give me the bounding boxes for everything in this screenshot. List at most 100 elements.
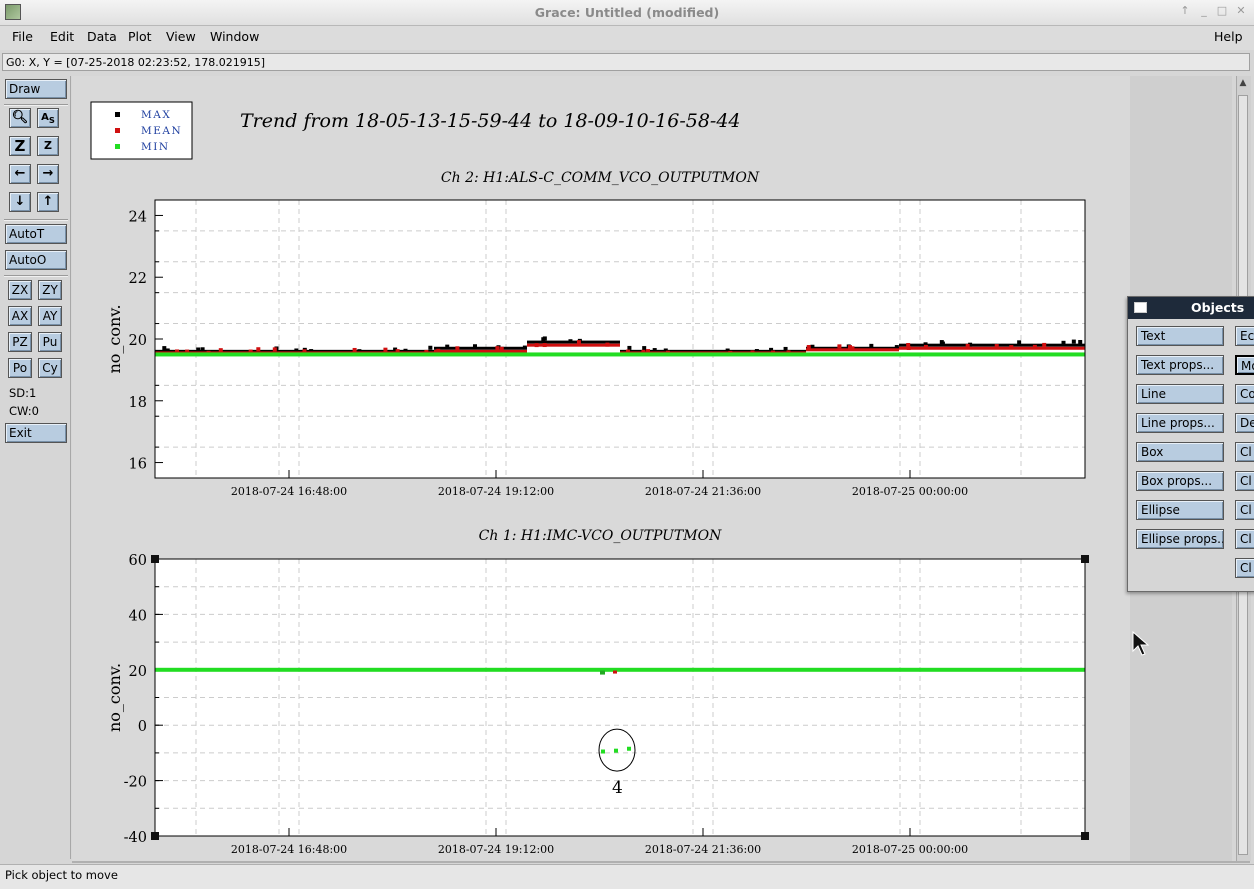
data-point	[601, 749, 605, 754]
scroll-right-button[interactable]: →	[37, 164, 59, 184]
zoom-out-button[interactable]: Z	[37, 136, 59, 156]
horizontal-scrollbar[interactable]	[72, 861, 1250, 863]
plot-title: Trend from 18-05-13-15-59-44 to 18-09-10…	[240, 110, 741, 132]
scroll-up-icon[interactable]: ▲	[1238, 78, 1248, 92]
data-point	[992, 346, 1085, 350]
selection-handle[interactable]	[151, 832, 159, 840]
data-point	[541, 337, 546, 342]
plot-background[interactable]	[155, 200, 1085, 478]
selection-handle[interactable]	[1081, 555, 1089, 563]
autoo-button[interactable]: AutoO	[5, 250, 67, 270]
objects-right-button-1[interactable]: Mo	[1235, 355, 1254, 375]
data-point	[899, 343, 992, 347]
current-world-label: CW:0	[9, 404, 39, 418]
objects-line-button[interactable]: Line	[1136, 384, 1224, 404]
menu-window[interactable]: Window	[210, 29, 259, 44]
y-tick-label: -40	[124, 830, 147, 846]
objects-right-button-0[interactable]: Ec	[1235, 326, 1254, 346]
menu-file[interactable]: File	[12, 29, 33, 44]
y-tick-label: 16	[129, 457, 147, 473]
objects-right-button-5[interactable]: Cl	[1235, 471, 1254, 491]
left-arrow-icon: ←	[14, 166, 26, 181]
x-tick-label: 2018-07-24 21:36:00	[645, 485, 761, 498]
data-point	[196, 347, 201, 352]
objects-right-button-6[interactable]: Cl	[1235, 500, 1254, 520]
chart-ch2[interactable]: Ch 2: H1:ALS-C_COMM_VCO_OUTPUTMON 16 18 20 2…	[105, 170, 1086, 498]
graph-area[interactable]: MAX MEAN MIN Trend from 18-05-13-15-59-44 …	[72, 76, 1130, 861]
objects-ellipse-button[interactable]: Ellipse	[1136, 500, 1224, 520]
toolbar-divider	[4, 104, 68, 106]
scroll-left-button[interactable]: ←	[9, 164, 31, 184]
objects-right-button-4[interactable]: Cl	[1235, 442, 1254, 462]
cy-button[interactable]: Cy	[38, 358, 62, 378]
maximize-up-icon[interactable]: ↑	[1178, 4, 1192, 18]
objects-right-button-7[interactable]: Cl	[1235, 529, 1254, 549]
data-point	[428, 345, 433, 350]
data-point	[1017, 340, 1022, 345]
menu-data[interactable]: Data	[87, 29, 117, 44]
draw-button[interactable]: Draw	[5, 79, 67, 99]
x-tick-label: 2018-07-24 21:36:00	[645, 843, 761, 856]
annotation-text[interactable]: 4	[612, 778, 623, 798]
data-point	[248, 352, 341, 357]
zy-button[interactable]: ZY	[38, 280, 62, 300]
zoom-button[interactable]: 🔍︎	[9, 108, 31, 128]
data-point	[162, 346, 167, 351]
pz-button[interactable]: PZ	[8, 332, 32, 352]
zoom-out-icon: Z	[44, 139, 52, 152]
menu-view[interactable]: View	[166, 29, 196, 44]
window-menu-icon[interactable]	[1134, 302, 1147, 313]
data-point	[200, 347, 205, 352]
data-point	[542, 343, 547, 348]
menu-edit[interactable]: Edit	[50, 29, 74, 44]
data-point	[600, 670, 605, 675]
menu-plot[interactable]: Plot	[128, 29, 152, 44]
maximize-icon[interactable]: □	[1215, 4, 1229, 18]
ax-button[interactable]: AX	[8, 306, 32, 326]
close-icon[interactable]: ✕	[1234, 4, 1248, 18]
objects-right-button-3[interactable]: De	[1235, 413, 1254, 433]
objects-box-props-button[interactable]: Box props...	[1136, 471, 1224, 491]
x-tick-label: 2018-07-24 19:12:00	[438, 843, 554, 856]
zoom-in-button[interactable]: Z	[9, 136, 31, 156]
objects-line-props-button[interactable]: Line props...	[1136, 413, 1224, 433]
minimize-icon[interactable]: _	[1197, 4, 1211, 18]
scroll-up-button[interactable]: ↑	[37, 192, 59, 212]
objects-text-props-button[interactable]: Text props...	[1136, 355, 1224, 375]
autoscale-button[interactable]: AS	[37, 108, 59, 128]
y-tick-label: 22	[129, 271, 147, 287]
legend-marker-mean	[115, 128, 120, 133]
chart-ch1[interactable]: Ch 1: H1:IMC-VCO_OUTPUTMON -40 -20 0 20 40 60 2…	[105, 528, 1089, 856]
ay-button[interactable]: AY	[38, 306, 62, 326]
y-tick-label: 20	[129, 664, 147, 680]
scroll-down-button[interactable]: ↓	[9, 192, 31, 212]
zx-button[interactable]: ZX	[8, 280, 32, 300]
legend[interactable]: MAX MEAN MIN	[90, 101, 193, 160]
locator-bar: G0: X, Y = [07-25-2018 02:23:52, 178.021…	[2, 53, 1250, 71]
objects-box-button[interactable]: Box	[1136, 442, 1224, 462]
legend-label-min: MIN	[141, 141, 170, 153]
objects-text-button[interactable]: Text	[1136, 326, 1224, 346]
x-tick-label: 2018-07-24 16:48:00	[231, 843, 347, 856]
pu-button[interactable]: Pu	[38, 332, 62, 352]
objects-ellipse-props-button[interactable]: Ellipse props...	[1136, 529, 1224, 549]
data-point	[605, 342, 610, 347]
x-tick-label: 2018-07-24 19:12:00	[438, 485, 554, 498]
data-point	[1061, 340, 1066, 345]
data-point	[713, 667, 806, 672]
data-point	[341, 352, 434, 357]
autot-button[interactable]: AutoT	[5, 224, 67, 244]
objects-window: Objects Text Text props... Line Line props.…	[1127, 296, 1254, 592]
y-axis-label: no_conv.	[105, 304, 124, 373]
selection-handle[interactable]	[1081, 832, 1089, 840]
objects-right-button-8[interactable]: Cl	[1235, 558, 1254, 578]
menu-help[interactable]: Help	[1214, 29, 1243, 44]
data-point	[568, 339, 573, 344]
exit-button[interactable]: Exit	[5, 423, 67, 443]
selection-handle[interactable]	[151, 555, 159, 563]
objects-right-button-2[interactable]: Co	[1235, 384, 1254, 404]
x-tick-label: 2018-07-24 16:48:00	[231, 485, 347, 498]
objects-titlebar: Objects	[1128, 297, 1254, 319]
y-axis-label: no_conv.	[105, 663, 124, 732]
po-button[interactable]: Po	[8, 358, 32, 378]
